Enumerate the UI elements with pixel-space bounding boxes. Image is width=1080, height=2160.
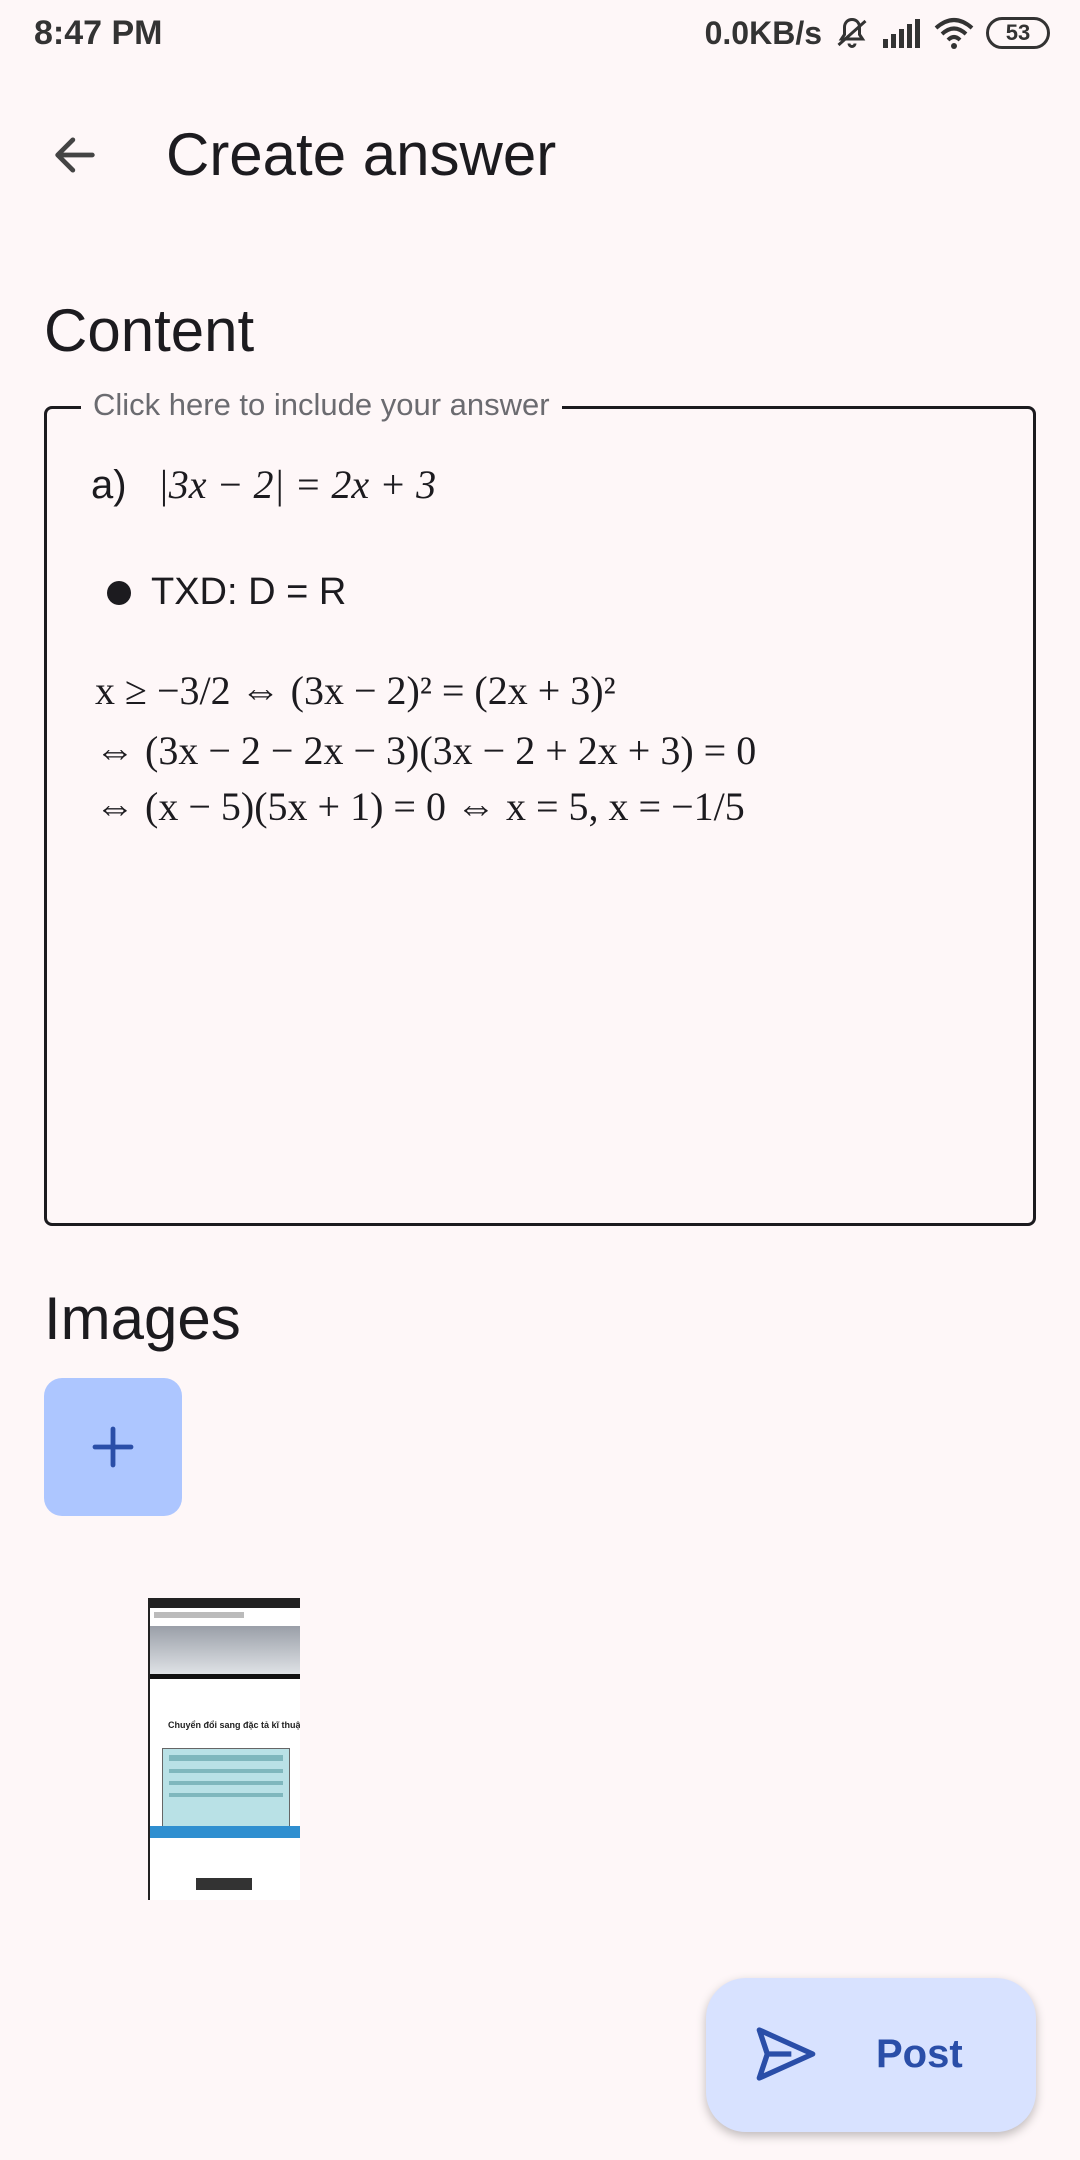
answer-field-label: Click here to include your answer (81, 387, 562, 423)
image-thumbnail[interactable]: Chuyển đổi sang đặc tả kĩ thuật (148, 1598, 300, 1900)
part-label: a) (91, 463, 127, 507)
page-title: Create answer (166, 121, 557, 188)
answer-part-a: a) |3x − 2| = 2x + 3 (91, 461, 436, 508)
thumb-wave (150, 1826, 300, 1838)
bullet-item: TXD: D = R (107, 571, 346, 614)
add-image-button[interactable] (44, 1378, 182, 1516)
status-bar: 8:47 PM 0.0KB/s 53 (0, 0, 1080, 64)
bullet-text: TXD: D = R (151, 571, 347, 613)
muted-bell-icon (837, 17, 867, 48)
post-button[interactable]: Post (706, 1978, 1036, 2132)
plus-icon (92, 1426, 134, 1468)
post-label: Post (876, 2032, 963, 2076)
battery-icon: 53 (986, 17, 1050, 49)
network-speed: 0.0KB/s (704, 14, 822, 51)
signal-icon (883, 19, 920, 48)
math-line-1: x ≥ −3/2 ⇔ (3x − 2)² = (2x + 3)² (95, 668, 616, 713)
thumb-header-line (154, 1612, 244, 1618)
status-time: 8:47 PM (34, 14, 163, 52)
status-icons: 0.0KB/s 53 (705, 12, 1050, 54)
bullet-dot (107, 580, 131, 605)
math-line-3: ⇔ (x − 5)(5x + 1) = 0 ⇔ x = 5, x = −1/5 (95, 784, 745, 829)
thumb-banner (150, 1626, 300, 1674)
thumb-statusbar (150, 1598, 300, 1608)
back-button[interactable] (40, 120, 110, 190)
thumb-caption: Chuyển đổi sang đặc tả kĩ thuật (168, 1720, 300, 1730)
thumb-divider (150, 1674, 300, 1679)
images-heading: Images (44, 1285, 241, 1352)
thumb-table (162, 1748, 290, 1828)
content-heading: Content (44, 297, 255, 364)
send-icon (756, 2027, 816, 2081)
answer-input[interactable]: Click here to include your answer a) |3x… (44, 387, 1036, 1226)
equation: |3x − 2| = 2x + 3 (157, 462, 437, 507)
back-arrow-icon (55, 137, 95, 173)
wifi-icon (934, 18, 974, 49)
math-line-2: ⇔ (3x − 2 − 2x − 3)(3x − 2 + 2x + 3) = 0 (95, 728, 757, 773)
thumb-toolbar (196, 1878, 252, 1890)
